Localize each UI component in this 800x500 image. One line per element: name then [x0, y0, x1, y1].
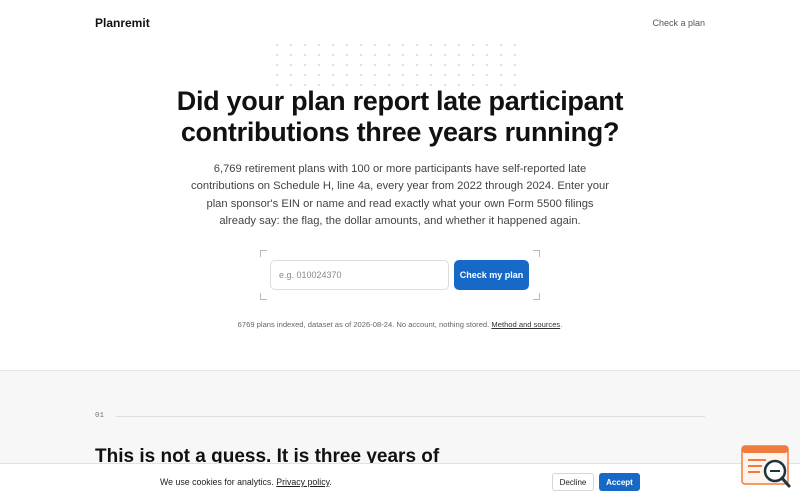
ein-search-input[interactable]	[270, 260, 449, 290]
frame-corner	[260, 293, 267, 300]
section-number: 01	[95, 412, 105, 420]
frame-corner	[533, 293, 540, 300]
hero-title-line1: Did your plan report late participant	[176, 86, 624, 116]
check-my-plan-button[interactable]: Check my plan	[454, 260, 529, 290]
hero-title-line2: contributions three years running?	[180, 117, 620, 147]
search-form: Check my plan	[260, 250, 540, 300]
accept-cookies-button[interactable]: Accept	[599, 473, 640, 491]
hero-description: 6,769 retirement plans with 100 or more …	[191, 163, 609, 228]
frame-corner	[260, 250, 267, 257]
cookie-text: We use cookies for analytics.	[160, 477, 274, 487]
cookie-suffix: .	[329, 477, 332, 487]
hero-title: Did your plan report late participant co…	[100, 86, 700, 148]
search-chat-icon-graphic	[741, 445, 791, 488]
frame-corner	[533, 250, 540, 257]
search-chat-icon[interactable]	[740, 444, 792, 490]
cookie-message: We use cookies for analytics. Privacy po…	[160, 477, 332, 487]
decline-cookies-button[interactable]: Decline	[552, 473, 594, 491]
brand-logo[interactable]: Planremit	[95, 16, 150, 30]
dataset-note: 6769 plans indexed, dataset as of 2026-0…	[100, 320, 700, 329]
decorative-dot-grid	[270, 40, 520, 90]
privacy-policy-link[interactable]: Privacy policy	[276, 477, 329, 487]
section-divider	[116, 416, 705, 417]
method-and-sources-link[interactable]: Method and sources	[491, 320, 560, 329]
nav-check-a-plan[interactable]: Check a plan	[652, 18, 705, 28]
cookie-banner: We use cookies for analytics. Privacy po…	[0, 463, 800, 500]
dataset-note-text: 6769 plans indexed, dataset as of 2026-0…	[237, 320, 490, 329]
dataset-note-suffix: .	[560, 320, 563, 329]
